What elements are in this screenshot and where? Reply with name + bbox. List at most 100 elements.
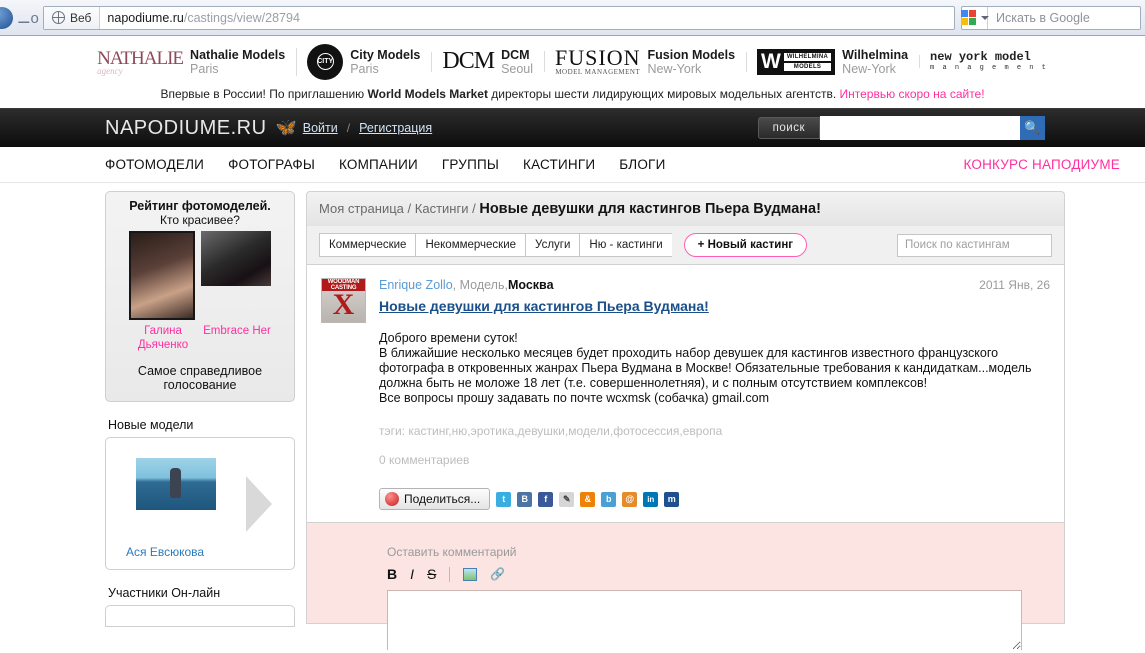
odnoklassniki-icon[interactable]: & (580, 491, 596, 507)
partner-name: Nathalie Models (190, 47, 286, 62)
rating-photo-left[interactable] (129, 231, 195, 320)
rating-photo-right[interactable] (201, 231, 271, 286)
new-model-photo[interactable] (136, 458, 216, 510)
insert-link-icon[interactable]: 🔗 (490, 567, 505, 581)
google-icon[interactable] (960, 6, 989, 29)
url-text: napodiume.ru/castings/view/28794 (100, 11, 307, 25)
rating-name-right[interactable]: Embrace Her (202, 324, 272, 352)
wilhelmina-logo-w: W (761, 49, 781, 73)
partner-nathalie[interactable]: NATHALIE agency Nathalie Models Paris (86, 48, 296, 76)
nav-item-companies[interactable]: КОМПАНИИ (339, 157, 418, 172)
nav-item-photographers[interactable]: ФОТОГРАФЫ (228, 157, 315, 172)
page-title: Новые девушки для кастингов Пьера Вудман… (479, 201, 821, 217)
url-scope-selector[interactable]: Веб (44, 6, 101, 29)
rating-footer: Самое справедливое голосование (137, 364, 263, 392)
post-author[interactable]: Enrique Zollo (379, 278, 453, 292)
casting-search-input[interactable]: Поиск по кастингам (897, 233, 1052, 257)
post-text-line: должна быть не моложе 18 лет (т.е. совер… (379, 376, 928, 390)
post-tags[interactable]: тэги: кастинг,ню,эротика,девушки,модели,… (379, 424, 1050, 438)
announcement-link[interactable]: Интервью скоро на сайте! (840, 87, 985, 101)
announcement-bold: World Models Market (367, 87, 488, 101)
myspace-icon[interactable]: m (664, 491, 680, 507)
partner-name: City Models (350, 47, 421, 62)
site-header: NAPODIUME.RU 🦋 Войти / Регистрация поиск… (0, 108, 1145, 147)
share-row: Поделиться... t B f ✎ & b @ in m (379, 488, 1050, 510)
livejournal-icon[interactable]: ✎ (559, 491, 575, 507)
register-link[interactable]: Регистрация (359, 121, 432, 135)
share-button[interactable]: Поделиться... (379, 488, 491, 510)
comment-form-toolbar: B I S 🔗 (387, 566, 1064, 582)
avatar-x-text: X (332, 288, 355, 321)
nav-item-groups[interactable]: ГРУППЫ (442, 157, 499, 172)
url-scope-label: Веб (70, 10, 92, 25)
back-arrow-icon[interactable] (0, 6, 13, 29)
url-path: /castings/view/28794 (183, 10, 300, 25)
partner-new-york-model[interactable]: new york model m a n a g e m e n t (919, 51, 1059, 72)
tab-nude-castings[interactable]: Ню - кастинги (579, 233, 672, 257)
online-users-widget (105, 605, 295, 627)
google-search-box[interactable]: Искать в Google (960, 5, 1141, 30)
facebook-icon[interactable]: f (538, 491, 554, 507)
italic-button[interactable]: I (410, 566, 414, 582)
partner-dcm[interactable]: DCM DCM Seoul (431, 48, 544, 76)
rating-photos (112, 231, 288, 320)
comment-form: Оставить комментарий B I S 🔗 (306, 523, 1065, 650)
search-scope-button[interactable]: поиск (757, 117, 820, 139)
nav-item-castings[interactable]: КАСТИНГИ (523, 157, 595, 172)
strikethrough-button[interactable]: S (427, 566, 436, 582)
nav-item-photomodels[interactable]: ФОТОМОДЕЛИ (105, 157, 204, 172)
content-column: Моя страница / Кастинги / Новые девушки … (306, 183, 1065, 650)
comment-textarea[interactable] (387, 590, 1022, 650)
post-date: 2011 Янв, 26 (979, 278, 1050, 292)
address-bar[interactable]: Веб napodiume.ru/castings/view/28794 (43, 5, 955, 30)
comments-count[interactable]: 0 комментариев (379, 453, 1050, 467)
post-city: Москва (507, 278, 554, 292)
new-casting-button[interactable]: + Новый кастинг (683, 233, 808, 257)
share-button-label: Поделиться... (404, 492, 481, 506)
nav-item-contest[interactable]: КОНКУРС НАПОДИУМЕ (964, 157, 1121, 172)
partner-city: Seoul (501, 61, 534, 76)
blogger-icon[interactable]: b (601, 491, 617, 507)
wilhelmina-logo-line1: WILHELMINA (783, 52, 832, 61)
new-york-model-logo-sub: m a n a g e m e n t (930, 64, 1048, 72)
breadcrumb-section[interactable]: Кастинги (415, 201, 469, 216)
partner-city: New-York (842, 61, 896, 76)
login-link[interactable]: Войти (303, 121, 338, 135)
site-logo[interactable]: NAPODIUME.RU (105, 117, 267, 140)
insert-image-icon[interactable] (463, 567, 478, 581)
arrow-right-icon[interactable] (246, 476, 272, 532)
tab-commercial[interactable]: Коммерческие (319, 233, 416, 257)
breadcrumb: Моя страница / Кастинги / Новые девушки … (306, 191, 1065, 226)
mailru-icon[interactable]: @ (622, 491, 638, 507)
partner-wilhelmina[interactable]: W WILHELMINA MODELS Wilhelmina New-York (746, 48, 919, 76)
post-role: , Модель, (452, 278, 508, 292)
partner-city: Paris (350, 61, 379, 76)
breadcrumb-sep-2: / (472, 201, 476, 216)
rating-name-left[interactable]: Галина Дьяченко (128, 324, 198, 352)
header-separator: / (346, 121, 351, 135)
tab-services[interactable]: Услуги (525, 233, 580, 257)
fusion-logo-sub: MODEL MANAGEMENT (555, 68, 641, 76)
search-input[interactable] (820, 116, 1020, 140)
post-text: Доброго времени суток! В ближайшие неско… (379, 331, 1050, 406)
breadcrumb-home[interactable]: Моя страница (319, 201, 404, 216)
new-model-name[interactable]: Ася Евсюкова (126, 545, 204, 559)
globe-icon (51, 10, 65, 24)
partner-city-models[interactable]: CITY City Models Paris (296, 43, 431, 80)
google-search-input[interactable]: Искать в Google (988, 11, 1090, 25)
tab-noncommercial[interactable]: Некоммерческие (415, 233, 526, 257)
search-icon[interactable]: 🔍 (1020, 116, 1045, 140)
key-icon[interactable]: ⚊o (13, 9, 43, 27)
nav-item-blogs[interactable]: БЛОГИ (619, 157, 665, 172)
rating-subtitle: Кто красивее? (160, 213, 240, 227)
avatar[interactable]: WOODMAN CASTING X (321, 278, 366, 323)
twitter-icon[interactable]: t (496, 491, 512, 507)
post-body: Enrique Zollo , Модель, Москва 2011 Янв,… (379, 278, 1050, 510)
city-models-logo-text: CITY (316, 53, 334, 70)
post-title-link[interactable]: Новые девушки для кастингов Пьера Вудман… (379, 298, 1050, 314)
bold-button[interactable]: B (387, 566, 397, 582)
casting-tabs: Коммерческие Некоммерческие Услуги Ню - … (306, 226, 1065, 265)
vkontakte-icon[interactable]: B (517, 491, 533, 507)
linkedin-icon[interactable]: in (643, 491, 659, 507)
partner-fusion[interactable]: FUSION MODEL MANAGEMENT Fusion Models Ne… (544, 47, 746, 76)
